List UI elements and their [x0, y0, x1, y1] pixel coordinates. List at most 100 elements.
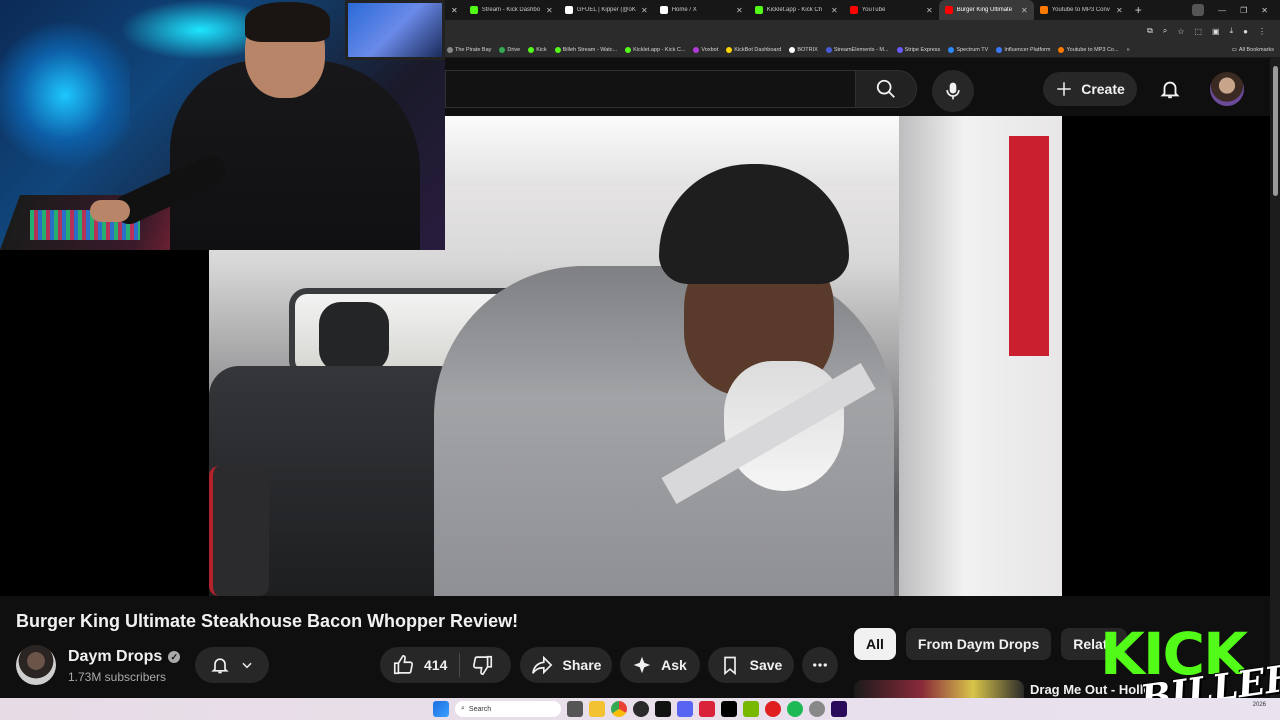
maximize-icon[interactable]: ❐: [1240, 6, 1247, 15]
zoom-icon[interactable]: ⌕: [1163, 26, 1167, 36]
bookmark-label: Kicklet.app - Kick C...: [633, 46, 686, 53]
bookmark-favicon-icon: [693, 46, 700, 53]
voice-search-button[interactable]: [932, 70, 974, 112]
scrollbar-thumb[interactable]: [1273, 66, 1278, 196]
create-button[interactable]: Create: [1043, 72, 1137, 106]
browser-tab[interactable]: GFUEL | Kipper (@oK ✕: [559, 0, 654, 20]
webcam-overlay: [0, 0, 445, 250]
channel-avatar[interactable]: [16, 645, 56, 685]
nvidia-icon[interactable]: [743, 701, 759, 717]
task-view-icon[interactable]: [567, 701, 583, 717]
red-pillar: [1009, 136, 1049, 356]
bookmark-label: Stripe Express: [904, 46, 941, 53]
tab-close-icon[interactable]: ✕: [1116, 6, 1123, 15]
tab-close-icon[interactable]: ✕: [926, 6, 933, 15]
save-button[interactable]: Save: [708, 647, 794, 683]
tab-close-icon[interactable]: ✕: [641, 6, 648, 15]
bookmark-item[interactable]: Youtube to MP3 Co...: [1058, 46, 1119, 53]
search-input[interactable]: [445, 70, 855, 108]
notifications-button[interactable]: [1155, 74, 1185, 104]
more-actions-button[interactable]: [802, 647, 838, 683]
like-button[interactable]: 414: [392, 653, 461, 677]
bookmark-item[interactable]: KickBot Dashboard: [726, 46, 782, 53]
bookmark-label: Spectrum TV: [956, 46, 989, 53]
bookmark-item[interactable]: Influencer Platform: [996, 46, 1051, 53]
bookmark-item[interactable]: StreamElements - M...: [825, 46, 889, 53]
youtube-favicon-icon: [944, 6, 953, 14]
tab-close-icon[interactable]: ✕: [546, 6, 553, 15]
bookmark-item[interactable]: BOTRIX: [789, 46, 818, 53]
search-button[interactable]: [855, 70, 917, 108]
bookmark-item[interactable]: Stripe Express: [896, 46, 941, 53]
bookmark-favicon-icon: [996, 46, 1003, 53]
windows-start-icon[interactable]: [433, 701, 449, 717]
chip-all[interactable]: All: [854, 628, 896, 660]
bookmark-item[interactable]: Voxbot: [693, 46, 718, 53]
bookmark-item[interactable]: Kicklet.app - Kick C...: [625, 46, 686, 53]
bookmark-star-icon[interactable]: ☆: [1177, 27, 1184, 36]
taskbar-search-input[interactable]: ⌕ Search: [455, 701, 561, 717]
x-app-icon[interactable]: [721, 701, 737, 717]
sidepanel-icon[interactable]: ▣: [1212, 27, 1220, 36]
premiere-icon[interactable]: [831, 701, 847, 717]
recommended-video-thumbnail[interactable]: [854, 680, 1024, 698]
downloads-icon[interactable]: ⤓: [1230, 26, 1234, 36]
tab-close-icon[interactable]: ✕: [831, 6, 838, 15]
bookmark-favicon-icon: [789, 46, 796, 53]
bookmark-label: KickBot Dashboard: [734, 46, 782, 53]
chrome-icon[interactable]: [611, 701, 627, 717]
bookmark-favicon-icon: [896, 46, 903, 53]
tab-search-icon[interactable]: [1192, 4, 1205, 16]
browser-tab[interactable]: YouTube ✕: [844, 0, 939, 20]
bookmark-label: Influencer Platform: [1004, 46, 1051, 53]
search-icon: [876, 79, 895, 98]
share-arrow-icon: [531, 655, 552, 675]
dislike-button[interactable]: [460, 654, 494, 676]
tab-close-icon[interactable]: ✕: [736, 6, 743, 15]
account-avatar[interactable]: [1210, 72, 1244, 106]
bookmark-favicon-icon: [948, 46, 955, 53]
related-filter-chips: All From Daym Drops Relate: [854, 628, 1128, 660]
extensions-icon[interactable]: ⬚: [1194, 27, 1202, 36]
folder-icon: ▭: [1231, 46, 1237, 53]
taskbar-clock[interactable]: 2026: [1253, 702, 1266, 709]
obs-icon[interactable]: [633, 701, 649, 717]
kicklet-favicon-icon: [754, 6, 763, 14]
all-bookmarks-folder[interactable]: ▭ All Bookmarks: [1232, 47, 1280, 53]
bell-icon: [211, 658, 229, 674]
menu-icon[interactable]: ⋮: [1258, 27, 1266, 36]
pc-case-glow: [0, 20, 130, 170]
share-button[interactable]: Share: [520, 647, 612, 683]
tab-close-icon[interactable]: ✕: [1021, 6, 1028, 15]
tab-close-icon[interactable]: ✕: [445, 6, 464, 15]
profile-icon[interactable]: ●: [1243, 27, 1248, 36]
bookmark-label: Billeh Stream - Watc...: [562, 46, 618, 53]
bookmark-favicon-icon: [726, 46, 733, 53]
browser-tab[interactable]: Home / X ✕: [654, 0, 749, 20]
terminal-icon[interactable]: [655, 701, 671, 717]
browser-tab[interactable]: Stream - Kick Dashbo ✕: [464, 0, 559, 20]
settings-gear-icon[interactable]: [809, 701, 825, 717]
chip-from-channel[interactable]: From Daym Drops: [905, 628, 1052, 660]
stream-deck-icon[interactable]: [699, 701, 715, 717]
install-icon[interactable]: ⧉: [1147, 26, 1153, 36]
browser-tab[interactable]: Youtube to MP3 Conv ✕: [1034, 0, 1129, 20]
close-window-icon[interactable]: ✕: [1261, 6, 1268, 15]
browser-tab[interactable]: Kicklet.app - Kick Ch ✕: [749, 0, 844, 20]
bookmark-item[interactable]: Billeh Stream - Watc...: [554, 46, 618, 53]
bookmarks-overflow-icon[interactable]: »: [1127, 47, 1130, 53]
subscription-bell-button[interactable]: [195, 647, 269, 683]
browser-tab[interactable]: Burger King Ultimate ✕: [938, 0, 1034, 20]
spotify-icon[interactable]: [787, 701, 803, 717]
bookmark-item[interactable]: Kick: [528, 46, 547, 53]
minimize-icon[interactable]: —: [1218, 6, 1226, 15]
ask-button[interactable]: Ask: [620, 647, 700, 683]
bookmark-item[interactable]: The Pirate Bay: [447, 46, 491, 53]
discord-icon[interactable]: [677, 701, 693, 717]
bookmark-item[interactable]: Drive: [499, 46, 520, 53]
bookmark-item[interactable]: Spectrum TV: [948, 46, 989, 53]
channel-name-link[interactable]: Daym Drops ✓: [68, 648, 181, 666]
app-red-icon[interactable]: [765, 701, 781, 717]
new-tab-button[interactable]: +: [1129, 3, 1148, 17]
file-explorer-icon[interactable]: [589, 701, 605, 717]
